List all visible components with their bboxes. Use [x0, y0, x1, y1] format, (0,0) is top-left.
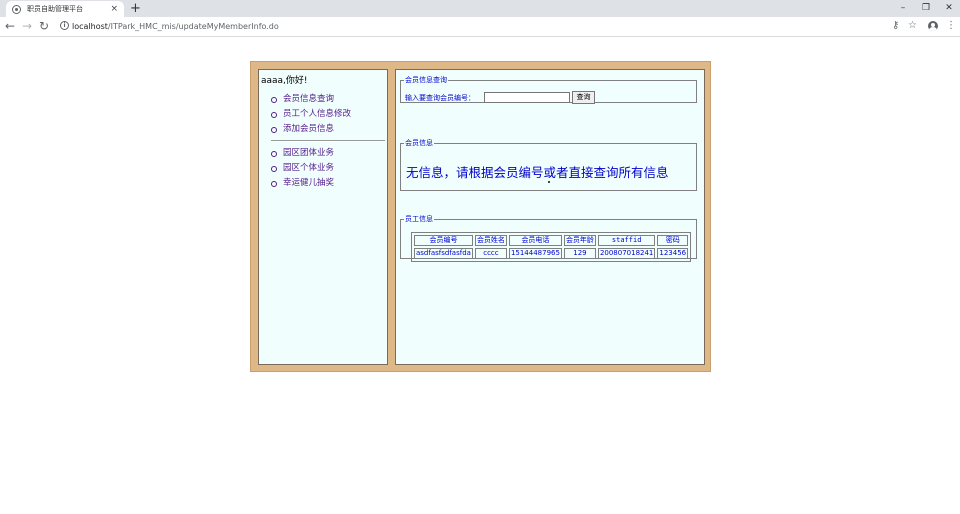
- address-bar: ← → ↻ i localhost/ITPark_HMC_mis/updateM…: [0, 17, 960, 37]
- new-tab-button[interactable]: +: [130, 1, 141, 16]
- query-button[interactable]: 查询: [572, 91, 595, 104]
- sidebar-item-group-business[interactable]: 园区团体业务: [259, 146, 334, 161]
- cell-staffid: 200807018241: [597, 248, 656, 259]
- header-password: 密码: [657, 235, 689, 246]
- member-query-legend: 会员信息查询: [405, 76, 447, 84]
- info-icon[interactable]: i: [60, 21, 69, 30]
- sidebar-item-lucky-draw[interactable]: 幸运健儿抽奖: [259, 176, 334, 191]
- sidebar-menu-park: 园区团体业务 园区个体业务 幸运健儿抽奖: [259, 146, 334, 191]
- more-menu-icon[interactable]: ⋮: [946, 19, 956, 33]
- cell-member-id: asdfasfsdfasfda: [414, 248, 473, 259]
- table-header-row: 会员编号 会员姓名 会员电话 会员年龄 staffid 密码: [414, 235, 689, 246]
- sidebar-item-member-query[interactable]: 会员信息查询: [259, 92, 351, 107]
- header-member-id: 会员编号: [414, 235, 473, 246]
- member-id-input[interactable]: [484, 92, 570, 103]
- greeting: aaaa,你好!: [261, 76, 308, 86]
- no-info-message: 无信息，请根据会员编号或者直接查询所有信息: [406, 165, 669, 180]
- member-query-fieldset: 会员信息查询 输入要查询会员编号： 查询: [400, 76, 697, 104]
- restore-button[interactable]: ❐: [915, 0, 937, 17]
- globe-icon: [12, 4, 21, 14]
- header-member-age: 会员年龄: [563, 235, 596, 246]
- sidebar-item-add-member[interactable]: 添加会员信息: [259, 122, 351, 137]
- staff-info-legend: 员工信息: [405, 215, 433, 223]
- sidebar-item-individual-business[interactable]: 园区个体业务: [259, 161, 334, 176]
- sidebar-menu-member: 会员信息查询 员工个人信息修改 添加会员信息: [259, 92, 351, 137]
- staff-table: 会员编号 会员姓名 会员电话 会员年龄 staffid 密码 asdfasfsd…: [411, 232, 692, 262]
- cell-member-age: 129: [563, 248, 596, 259]
- staff-info-fieldset: 员工信息 会员编号 会员姓名 会员电话 会员年龄 staffid 密码 asdf…: [400, 215, 697, 262]
- main-panel: 会员信息查询 输入要查询会员编号： 查询 会员信息 无信息，请根据会员编号或者直…: [395, 69, 705, 365]
- cell-member-phone: 15144487965: [508, 248, 562, 259]
- forward-button[interactable]: →: [22, 18, 32, 34]
- reload-button[interactable]: ↻: [39, 18, 49, 34]
- browser-tab[interactable]: 职员自助管理平台 ×: [6, 1, 124, 17]
- member-id-label: 输入要查询会员编号：: [405, 94, 475, 102]
- sidebar: aaaa,你好! 会员信息查询 员工个人信息修改 添加会员信息 园区团体业务 园…: [258, 69, 388, 365]
- star-icon[interactable]: ☆: [908, 19, 917, 33]
- member-info-fieldset: 会员信息 无信息，请根据会员编号或者直接查询所有信息: [400, 139, 697, 191]
- header-member-phone: 会员电话: [508, 235, 562, 246]
- tab-close-icon[interactable]: ×: [110, 4, 118, 14]
- sidebar-divider: [271, 140, 385, 142]
- cell-member-name: cccc: [474, 248, 507, 259]
- header-staffid: staffid: [597, 235, 656, 246]
- key-icon[interactable]: ⚷: [892, 19, 899, 33]
- url-path: /ITPark_HMC_mis/updateMyMemberInfo.do: [107, 22, 279, 31]
- tab-title: 职员自助管理平台: [27, 5, 83, 13]
- header-member-name: 会员姓名: [474, 235, 507, 246]
- member-info-legend: 会员信息: [405, 139, 433, 147]
- url-field[interactable]: localhost/ITPark_HMC_mis/updateMyMemberI…: [72, 18, 279, 35]
- browser-tabstrip: 职员自助管理平台 × + – ❐ ✕: [0, 0, 960, 17]
- back-button[interactable]: ←: [5, 18, 15, 34]
- sidebar-item-edit-staff-info[interactable]: 员工个人信息修改: [259, 107, 351, 122]
- url-host: localhost: [72, 22, 108, 31]
- page-frame: aaaa,你好! 会员信息查询 员工个人信息修改 添加会员信息 园区团体业务 园…: [250, 61, 711, 372]
- dot-mark: [548, 181, 550, 183]
- cell-password: 123456: [657, 248, 689, 259]
- close-window-button[interactable]: ✕: [938, 0, 960, 17]
- table-row: asdfasfsdfasfda cccc 15144487965 129 200…: [414, 248, 689, 259]
- minimize-button[interactable]: –: [892, 0, 914, 17]
- profile-avatar-icon[interactable]: [928, 21, 938, 31]
